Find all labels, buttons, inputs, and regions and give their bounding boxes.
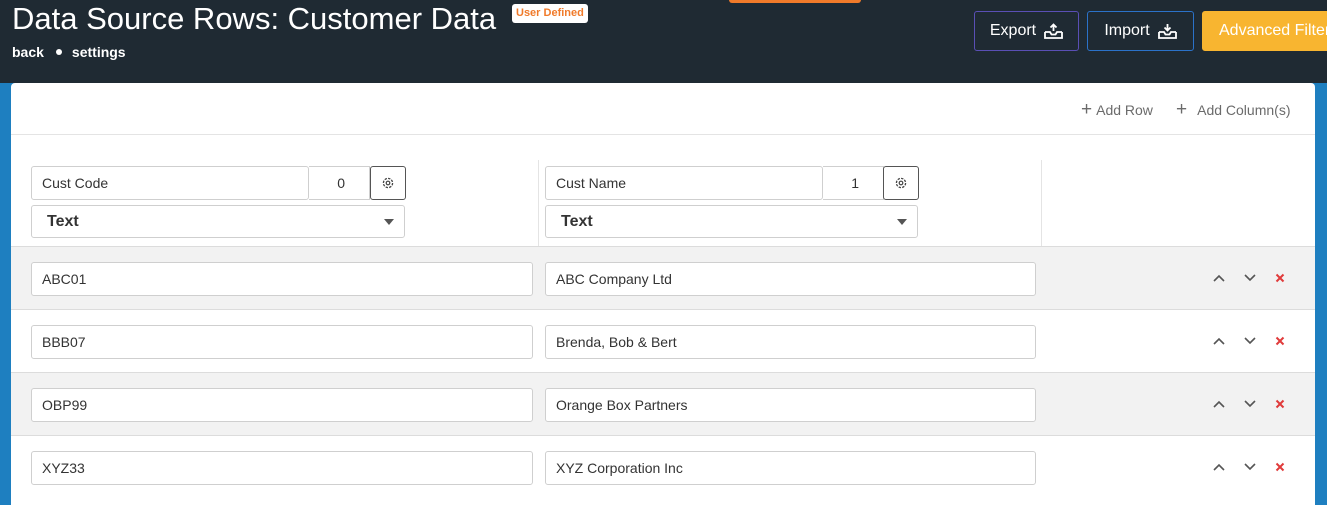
breadcrumb: back settings (12, 44, 126, 60)
add-columns-button[interactable]: + Add Column(s) (1176, 99, 1291, 120)
card-toolbar: + Add Row + Add Column(s) (11, 83, 1315, 135)
export-button[interactable]: Export (974, 11, 1079, 51)
move-up-button[interactable] (1211, 333, 1227, 349)
move-up-button[interactable] (1211, 396, 1227, 412)
move-down-button[interactable] (1242, 333, 1258, 349)
import-button-label: Import (1104, 22, 1150, 39)
delete-row-button[interactable] (1272, 270, 1288, 286)
table-row: XYZ33 XYZ Corporation Inc (11, 435, 1315, 498)
column-divider (538, 160, 539, 246)
tray-upload-icon (1044, 22, 1064, 39)
close-icon (1275, 399, 1285, 409)
move-down-button[interactable] (1242, 459, 1258, 475)
delete-row-button[interactable] (1272, 459, 1288, 475)
chevron-down-icon (384, 219, 394, 225)
plus-icon: + (1176, 99, 1188, 120)
column-type-value: Text (561, 213, 593, 230)
user-defined-badge: User Defined (512, 4, 588, 23)
add-row-button[interactable]: + Add Row (1081, 99, 1153, 120)
orange-accent-strip (729, 0, 861, 3)
column-index-input[interactable]: 1 (823, 166, 884, 200)
close-icon (1275, 336, 1285, 346)
cust-code-input[interactable]: OBP99 (31, 388, 533, 422)
chevron-up-icon (1213, 274, 1225, 282)
cust-code-input[interactable]: ABC01 (31, 262, 533, 296)
table-row: OBP99 Orange Box Partners (11, 372, 1315, 435)
chevron-up-icon (1213, 463, 1225, 471)
chevron-up-icon (1213, 400, 1225, 408)
cust-code-input[interactable]: XYZ33 (31, 451, 533, 485)
column-settings-button[interactable] (370, 166, 406, 200)
chevron-down-icon (1244, 463, 1256, 471)
column-name-input[interactable]: Cust Name (545, 166, 823, 200)
move-up-button[interactable] (1211, 459, 1227, 475)
table-row: ABC01 ABC Company Ltd (11, 246, 1315, 309)
chevron-down-icon (1244, 337, 1256, 345)
plus-icon: + (1081, 99, 1093, 120)
top-bar: Data Source Rows: Customer Data User Def… (0, 0, 1327, 83)
gear-icon (382, 177, 394, 189)
close-icon (1275, 462, 1285, 472)
export-button-label: Export (989, 22, 1037, 39)
breadcrumb-back-link[interactable]: back (12, 44, 44, 60)
delete-row-button[interactable] (1272, 396, 1288, 412)
column-type-select[interactable]: Text (545, 205, 918, 238)
add-row-label: Add Row (1096, 102, 1153, 118)
cust-name-input[interactable]: XYZ Corporation Inc (545, 451, 1036, 485)
page-title: Data Source Rows: Customer Data (12, 1, 497, 36)
move-down-button[interactable] (1242, 270, 1258, 286)
column-type-select[interactable]: Text (31, 205, 405, 238)
data-rows-card: + Add Row + Add Column(s) Cust Code 0 Te… (11, 83, 1315, 505)
chevron-down-icon (1244, 274, 1256, 282)
table-row: BBB07 Brenda, Bob & Bert (11, 309, 1315, 372)
move-down-button[interactable] (1242, 396, 1258, 412)
column-name-input[interactable]: Cust Code (31, 166, 309, 200)
column-type-value: Text (47, 213, 79, 230)
cust-name-input[interactable]: Brenda, Bob & Bert (545, 325, 1036, 359)
cust-name-input[interactable]: ABC Company Ltd (545, 262, 1036, 296)
chevron-down-icon (1244, 400, 1256, 408)
gear-icon (895, 177, 907, 189)
advanced-filter-label: Advanced Filter (1219, 22, 1327, 39)
column-settings-button[interactable] (883, 166, 919, 200)
tray-download-icon (1157, 23, 1177, 39)
chevron-down-icon (897, 219, 907, 225)
chevron-up-icon (1213, 337, 1225, 345)
cust-code-input[interactable]: BBB07 (31, 325, 533, 359)
close-icon (1275, 273, 1285, 283)
breadcrumb-settings-link[interactable]: settings (72, 44, 126, 60)
delete-row-button[interactable] (1272, 333, 1288, 349)
advanced-filter-button[interactable]: Advanced Filter (1202, 11, 1327, 51)
breadcrumb-separator (55, 49, 62, 55)
column-divider (1041, 160, 1042, 246)
import-button[interactable]: Import (1087, 11, 1194, 51)
cust-name-input[interactable]: Orange Box Partners (545, 388, 1036, 422)
column-index-input[interactable]: 0 (309, 166, 370, 200)
move-up-button[interactable] (1211, 270, 1227, 286)
add-columns-label: Add Column(s) (1197, 102, 1291, 118)
